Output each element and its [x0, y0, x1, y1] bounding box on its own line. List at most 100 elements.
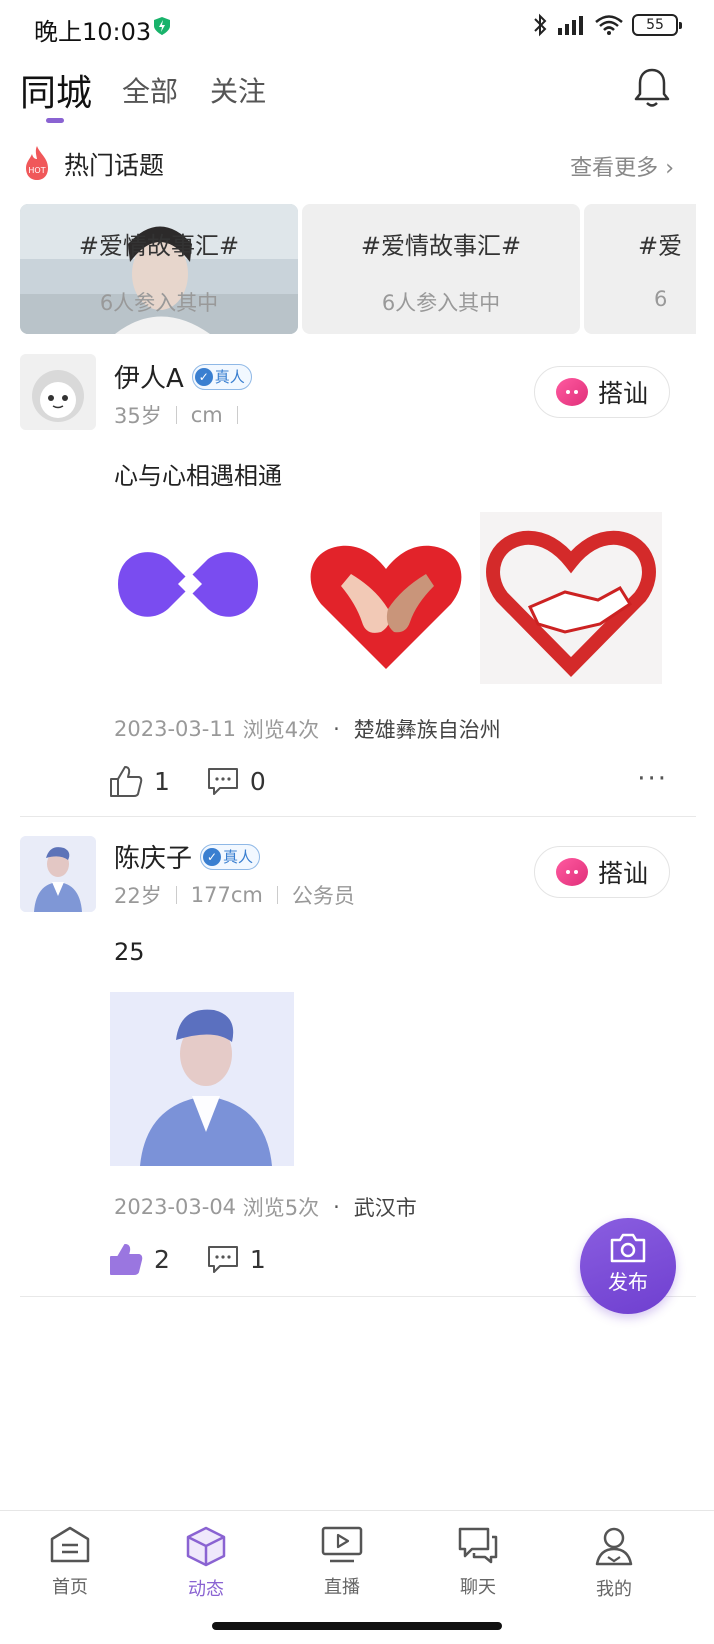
post-actions: 1 0 [108, 764, 302, 798]
status-time: 晚上10:03 [34, 18, 152, 46]
topic-carousel[interactable]: #爱情故事汇# 6人参入其中 #爱情故事汇# 6人参入其中 #爱 6 [20, 204, 696, 334]
verified-label: 真人 [223, 848, 254, 866]
post-text: 心与心相遇相通 [114, 462, 282, 490]
user-age: 22岁 [114, 884, 162, 908]
live-tv-icon [321, 1526, 363, 1563]
status-bar: 晚上10:03 55 [0, 0, 714, 52]
chat-up-button[interactable]: 搭讪 [534, 846, 670, 898]
user-name[interactable]: 伊人A [114, 358, 184, 395]
wifi-icon [595, 15, 623, 35]
user-height: 177cm [190, 883, 263, 907]
like-button[interactable]: 1 [108, 764, 170, 798]
comment-icon [207, 768, 238, 795]
profile-icon [595, 1527, 633, 1566]
home-indicator [212, 1622, 502, 1630]
post-footer: 2023-03-11 浏览4次 · 楚雄彝族自治州 [114, 714, 501, 744]
topic-title: #爱情故事汇# [78, 232, 240, 260]
hot-flame-icon: HOT [26, 146, 48, 180]
post-views: 浏览5次 [242, 1196, 320, 1220]
comment-count: 0 [249, 766, 266, 796]
more-options-icon[interactable]: ··· [637, 764, 668, 794]
post-date: 2023-03-04 [114, 1195, 237, 1219]
like-count: 1 [154, 766, 170, 796]
tab-profile-label: 我的 [596, 1579, 632, 1600]
post-image-purple-hearts[interactable] [108, 514, 288, 684]
topic-title: #爱 [638, 232, 683, 260]
publish-button[interactable]: 发布 [580, 1218, 676, 1314]
comment-icon [207, 1246, 238, 1273]
post-location: 武汉市 [353, 1196, 417, 1220]
avatar[interactable] [20, 836, 96, 912]
chat-up-label: 搭讪 [597, 379, 648, 408]
tab-tongcheng[interactable]: 同城 [20, 64, 92, 116]
check-icon: ✓ [194, 367, 213, 386]
thumbs-up-icon [110, 766, 143, 797]
tab-chat-label: 聊天 [460, 1577, 496, 1598]
topic-count: 6人参入其中 [381, 291, 501, 315]
user-name-row: 陈庆子 ✓ 真人 [114, 838, 261, 875]
verified-badge: ✓ 真人 [191, 363, 252, 390]
chat-icon [458, 1527, 498, 1564]
post-footer: 2023-03-04 浏览5次 · 武汉市 [114, 1192, 417, 1222]
chat-up-button[interactable]: 搭讪 [534, 366, 670, 418]
post-image-red-heart-hands[interactable] [296, 514, 476, 684]
tab-all[interactable]: 全部 [122, 70, 178, 110]
topic-card[interactable]: #爱 6 [584, 204, 696, 334]
divider [175, 886, 177, 904]
post-image-avatar-illustration[interactable] [110, 992, 294, 1166]
user-meta: 22岁 177cm 公务员 [114, 880, 355, 910]
topic-card[interactable]: #爱情故事汇# 6人参入其中 [20, 204, 298, 334]
like-button[interactable]: 2 [108, 1242, 170, 1276]
user-avatar-image [20, 836, 96, 912]
post-divider [20, 816, 696, 817]
tab-moments-label: 动态 [188, 1579, 224, 1600]
post-date: 2023-03-11 [114, 717, 237, 741]
thumbs-up-filled-icon [110, 1244, 143, 1275]
user-job: 公务员 [291, 884, 355, 908]
post-image-heart-handshake[interactable] [480, 512, 662, 684]
bluetooth-icon [534, 13, 547, 37]
tab-home[interactable]: 首页 [20, 1525, 120, 1599]
divider [236, 406, 238, 424]
tab-home-label: 首页 [52, 1577, 88, 1598]
topic-card[interactable]: #爱情故事汇# 6人参入其中 [302, 204, 580, 334]
cube-icon [186, 1526, 226, 1567]
tab-live[interactable]: 直播 [292, 1525, 392, 1599]
dot-separator: · [333, 1195, 340, 1219]
tab-profile[interactable]: 我的 [564, 1525, 664, 1601]
top-tabs: 同城 全部 关注 [0, 62, 714, 132]
divider [276, 886, 278, 904]
user-name[interactable]: 陈庆子 [114, 838, 192, 875]
shield-icon [154, 17, 170, 35]
like-count: 2 [154, 1244, 170, 1274]
hot-topics-title: 热门话题 [64, 151, 165, 180]
post-location: 楚雄彝族自治州 [353, 718, 501, 742]
verified-badge: ✓ 真人 [200, 843, 261, 870]
avatar[interactable] [20, 354, 96, 430]
default-avatar-icon [20, 354, 96, 430]
user-height: cm [190, 403, 223, 427]
comment-button[interactable]: 1 [206, 1243, 266, 1275]
topic-title: #爱情故事汇# [360, 232, 522, 260]
chat-bubble-icon [555, 378, 588, 406]
camera-icon [610, 1233, 646, 1263]
tab-moments[interactable]: 动态 [156, 1525, 256, 1601]
verified-label: 真人 [214, 368, 245, 386]
check-icon: ✓ [203, 847, 222, 866]
post-text: 25 [114, 938, 145, 966]
topic-count: 6人参入其中 [99, 291, 219, 315]
see-more-link[interactable]: 查看更多 › [570, 150, 674, 182]
hot-topics-header: HOT 热门话题 查看更多 › [0, 142, 714, 188]
home-icon [50, 1526, 90, 1563]
tab-chat[interactable]: 聊天 [428, 1525, 528, 1599]
see-more-label: 查看更多 [570, 156, 659, 181]
tab-following[interactable]: 关注 [210, 70, 266, 110]
battery-indicator: 55 [632, 14, 682, 36]
comment-count: 1 [249, 1244, 266, 1274]
chat-up-label: 搭讪 [597, 859, 648, 888]
feed-post: 伊人A ✓ 真人 35岁 cm 搭讪 心与心相遇相通 2023-03-11 浏览4… [0, 352, 714, 822]
user-age: 35岁 [114, 404, 162, 428]
comment-button[interactable]: 0 [206, 765, 266, 797]
bell-icon[interactable] [632, 66, 672, 110]
user-meta: 35岁 cm [114, 400, 252, 430]
